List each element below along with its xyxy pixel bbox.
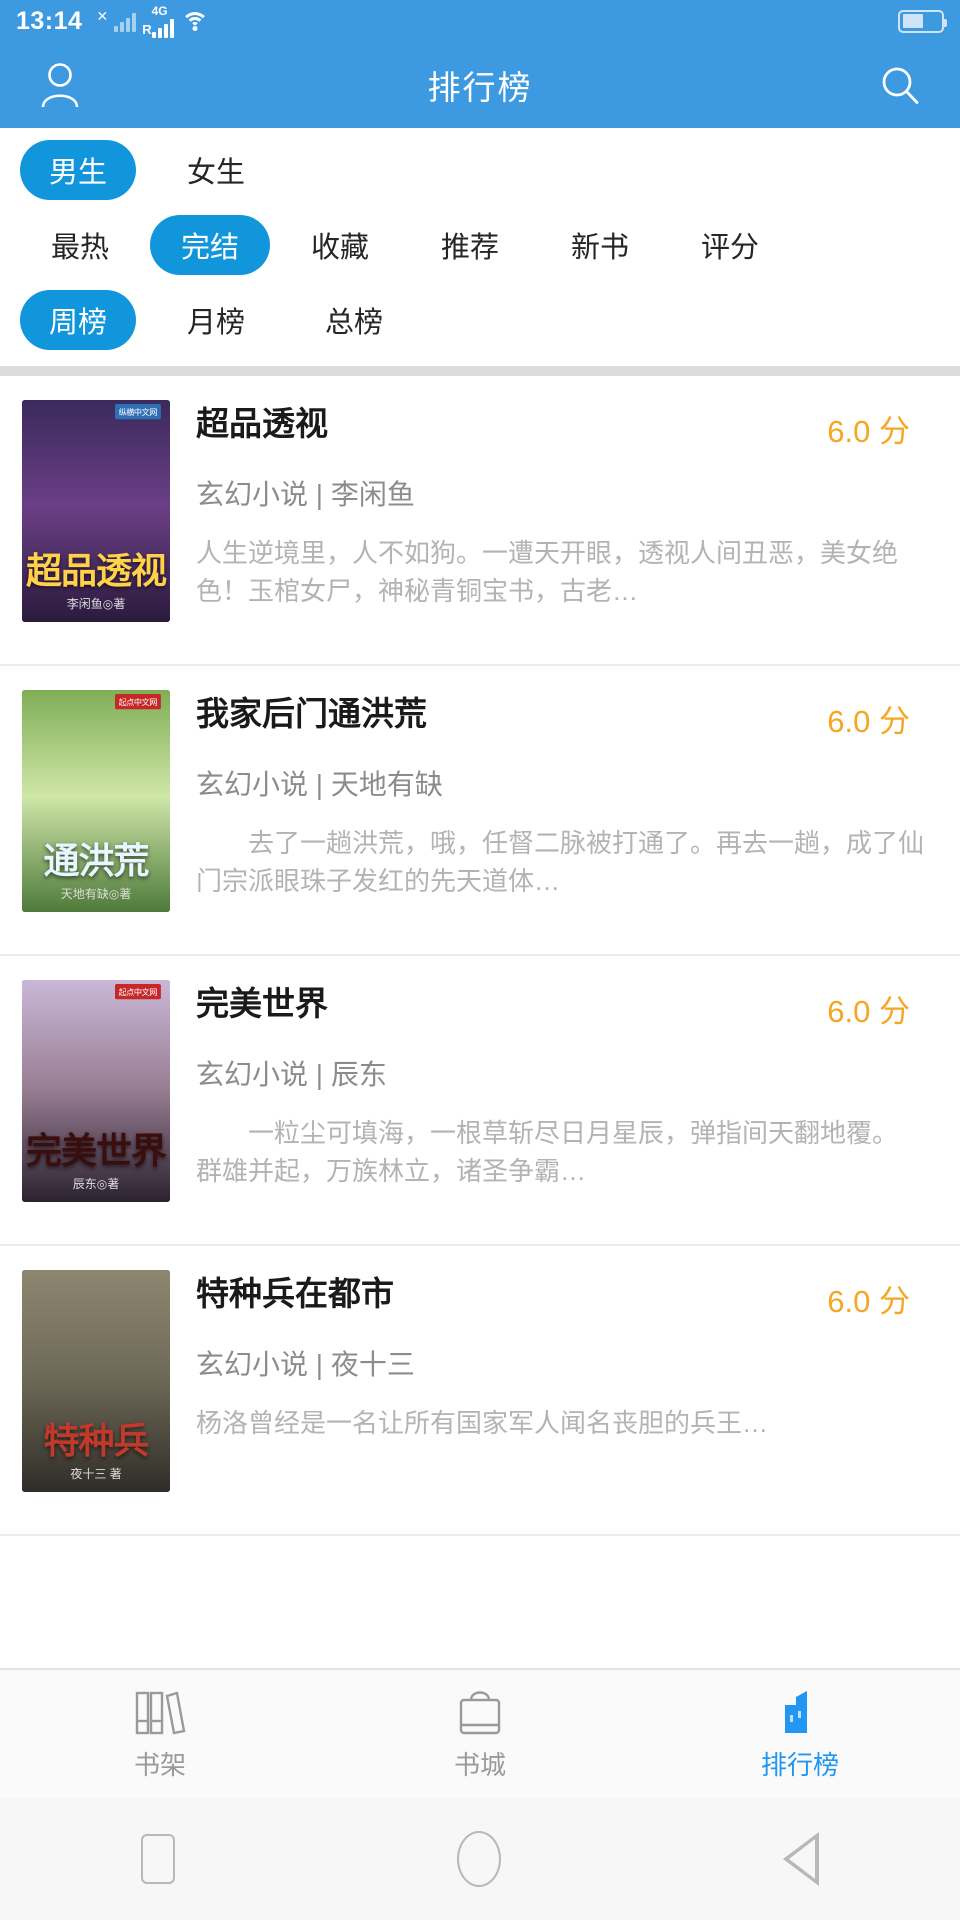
- status-bar-right: [898, 9, 947, 33]
- book-list-item[interactable]: 纵横中文网 超品透视 李闲鱼◎著 超品透视 6.0 分 玄幻小说 | 李闲鱼 人…: [0, 376, 960, 666]
- book-score: 6.0 分: [827, 1284, 910, 1319]
- roaming-label: R: [142, 22, 152, 37]
- signal-bars-4g-icon: R 4G: [142, 4, 174, 38]
- cover-title-art: 超品透视: [25, 550, 167, 591]
- profile-button[interactable]: [32, 57, 88, 113]
- book-meta: 玄幻小说 | 天地有缺: [196, 769, 443, 800]
- filter-category-rating[interactable]: 评分: [670, 215, 790, 275]
- book-list-item[interactable]: 起点中文网 完美世界 辰东◎著 完美世界 6.0 分 玄幻小说 | 辰东 一粒尘…: [0, 956, 960, 1246]
- cover-title-art: 完美世界: [25, 1130, 167, 1171]
- book-cover[interactable]: 起点中文网 完美世界 辰东◎著: [22, 980, 170, 1202]
- book-title: 我家后门通洪荒: [196, 695, 427, 732]
- cover-author-art: 辰东◎著: [72, 1177, 120, 1191]
- close-x-icon: ✕: [96, 7, 109, 24]
- book-description: 去了一趟洪荒，哦，任督二脉被打通了。再去一趟，成了仙门宗派眼珠子发红的先天道体…: [196, 828, 925, 896]
- filter-row-period: 周榜 月榜 总榜: [0, 284, 960, 356]
- cover-author-art: 夜十三 著: [70, 1467, 122, 1481]
- book-cover[interactable]: 起点中文网 通洪荒 天地有缺◎著: [22, 690, 170, 912]
- cover-author-art: 李闲鱼◎著: [66, 597, 126, 611]
- filter-row-category: 最热 完结 收藏 推荐 新书 评分: [0, 206, 960, 284]
- battery-icon: [898, 9, 947, 33]
- filter-category-new[interactable]: 新书: [540, 215, 660, 275]
- book-description: 杨洛曾经是一名让所有国家军人闻名丧胆的兵王…: [196, 1408, 769, 1438]
- tab-ranking[interactable]: 排行榜: [640, 1687, 960, 1782]
- phone-screen: 13:14 ✕ R 4G 排行榜 男生 女生 最热 完结 收藏 推荐 新书 评分…: [0, 0, 960, 1920]
- filter-gender-male[interactable]: 男生: [20, 140, 136, 200]
- filter-row-gender: 男生 女生: [0, 134, 960, 206]
- book-list-item[interactable]: 起点中文网 通洪荒 天地有缺◎著 我家后门通洪荒 6.0 分 玄幻小说 | 天地…: [0, 666, 960, 956]
- book-list-item[interactable]: 特种兵 夜十三 著 特种兵在都市 6.0 分 玄幻小说 | 夜十三 杨洛曾经是一…: [0, 1246, 960, 1536]
- app-bar: 排行榜: [0, 42, 960, 128]
- book-meta: 玄幻小说 | 辰东: [196, 1059, 387, 1090]
- tab-bookstore[interactable]: 书城: [320, 1687, 640, 1782]
- filter-gender-female[interactable]: 女生: [158, 140, 274, 200]
- tab-label-bookstore: 书城: [453, 1749, 506, 1780]
- book-meta: 玄幻小说 | 夜十三: [196, 1349, 415, 1380]
- tab-label-ranking: 排行榜: [760, 1749, 839, 1780]
- filter-period-weekly[interactable]: 周榜: [20, 290, 136, 350]
- book-cover[interactable]: 纵横中文网 超品透视 李闲鱼◎著: [22, 400, 170, 622]
- ranking-chart-icon: [777, 1687, 823, 1735]
- filter-category-hottest[interactable]: 最热: [20, 215, 140, 275]
- book-score: 6.0 分: [827, 704, 910, 739]
- book-cover[interactable]: 特种兵 夜十三 著: [22, 1270, 170, 1492]
- square-recents-icon[interactable]: [141, 1834, 175, 1884]
- bookshelf-icon: [134, 1687, 186, 1735]
- book-info: 超品透视 6.0 分 玄幻小说 | 李闲鱼 人生逆境里，人不如狗。一遭天开眼，透…: [170, 400, 938, 664]
- filter-category-completed[interactable]: 完结: [150, 215, 270, 275]
- book-meta: 玄幻小说 | 李闲鱼: [196, 479, 415, 510]
- tab-bookshelf[interactable]: 书架: [0, 1687, 320, 1782]
- cover-author-art: 天地有缺◎著: [60, 887, 132, 901]
- filter-tabs: 男生 女生 最热 完结 收藏 推荐 新书 评分 周榜 月榜 总榜: [0, 128, 960, 366]
- book-description: 人生逆境里，人不如狗。一遭天开眼，透视人间丑恶，美女绝色！玉棺女尸，神秘青铜宝书…: [196, 538, 899, 606]
- triangle-back-icon[interactable]: [783, 1832, 819, 1886]
- signal-bars-icon: [114, 10, 137, 32]
- system-navigation-bar: [0, 1798, 960, 1920]
- bottom-tab-bar: 书架 书城 排行榜: [0, 1668, 960, 1798]
- status-bar: 13:14 ✕ R 4G: [0, 0, 960, 42]
- wifi-icon: [180, 10, 210, 32]
- bookstore-bag-icon: [457, 1687, 503, 1735]
- tab-label-bookshelf: 书架: [133, 1749, 186, 1780]
- filter-period-overall[interactable]: 总榜: [296, 290, 412, 350]
- filter-category-recommended[interactable]: 推荐: [410, 215, 530, 275]
- book-title: 特种兵在都市: [196, 1275, 394, 1312]
- status-bar-left: 13:14 ✕ R 4G: [16, 4, 210, 38]
- book-title: 超品透视: [196, 405, 328, 442]
- book-score: 6.0 分: [827, 994, 910, 1029]
- cover-site-badge: 纵横中文网: [115, 404, 161, 420]
- book-ranking-list: 纵横中文网 超品透视 李闲鱼◎著 超品透视 6.0 分 玄幻小说 | 李闲鱼 人…: [0, 376, 960, 1668]
- book-score: 6.0 分: [827, 414, 910, 449]
- book-info: 我家后门通洪荒 6.0 分 玄幻小说 | 天地有缺 去了一趟洪荒，哦，任督二脉被…: [170, 690, 938, 954]
- status-bar-clock: 13:14: [16, 6, 83, 35]
- cover-title-art: 特种兵: [43, 1420, 149, 1461]
- cover-site-badge: 起点中文网: [115, 984, 161, 1000]
- filter-period-monthly[interactable]: 月榜: [158, 290, 274, 350]
- filter-category-favorites[interactable]: 收藏: [280, 215, 400, 275]
- section-divider: [0, 366, 960, 376]
- page-title: 排行榜: [427, 69, 533, 106]
- cover-site-badge: 起点中文网: [115, 694, 161, 710]
- search-button[interactable]: [872, 57, 928, 113]
- circle-home-icon[interactable]: [457, 1831, 501, 1887]
- book-title: 完美世界: [196, 985, 328, 1022]
- book-description: 一粒尘可填海，一根草斩尽日月星辰，弹指间天翻地覆。 群雄并起，万族林立，诸圣争霸…: [196, 1118, 938, 1186]
- book-info: 特种兵在都市 6.0 分 玄幻小说 | 夜十三 杨洛曾经是一名让所有国家军人闻名…: [170, 1270, 938, 1534]
- cover-title-art: 通洪荒: [43, 840, 149, 881]
- book-info: 完美世界 6.0 分 玄幻小说 | 辰东 一粒尘可填海，一根草斩尽日月星辰，弹指…: [170, 980, 938, 1244]
